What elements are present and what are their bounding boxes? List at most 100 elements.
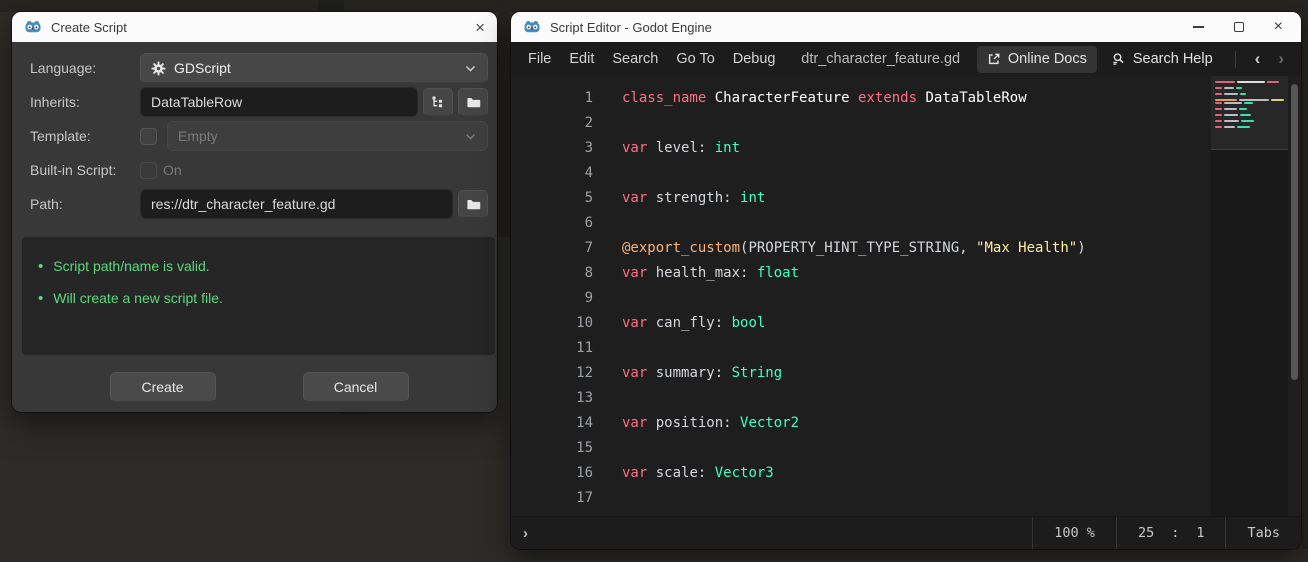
dialog-titlebar[interactable]: Create Script × xyxy=(12,12,497,42)
external-link-icon xyxy=(988,53,1000,65)
minimap-row xyxy=(1215,114,1286,116)
builtin-script-value: On xyxy=(163,162,182,178)
menu-go-to[interactable]: Go To xyxy=(667,47,723,71)
maximize-icon[interactable] xyxy=(1233,22,1244,32)
minimap-row xyxy=(1215,84,1286,86)
template-label: Template: xyxy=(30,128,91,144)
minimize-icon[interactable] xyxy=(1192,26,1204,28)
code-text: var scale: Vector3 xyxy=(622,464,774,481)
browse-class-button[interactable] xyxy=(458,88,488,116)
code-line[interactable]: 6 xyxy=(511,210,1301,235)
menu-search[interactable]: Search xyxy=(603,47,667,71)
scene-tree-icon xyxy=(432,96,442,107)
code-line[interactable]: 9 xyxy=(511,285,1301,310)
minimap-row xyxy=(1215,123,1286,125)
code-line[interactable]: 5 var strength: int xyxy=(511,185,1301,210)
folder-icon xyxy=(466,97,480,107)
path-input[interactable] xyxy=(140,189,453,219)
pick-class-button[interactable] xyxy=(423,88,453,116)
line-number-value: 25 xyxy=(1137,525,1155,541)
minimap-rows xyxy=(1215,81,1286,132)
browse-path-button[interactable] xyxy=(458,190,488,218)
line-column-indicator[interactable]: 25 : 1 xyxy=(1115,517,1226,549)
line-number: 8 xyxy=(584,264,593,281)
zoom-indicator[interactable]: 100 % xyxy=(1032,517,1116,549)
code-line[interactable]: 1 class_name CharacterFeature extends Dat… xyxy=(511,85,1301,110)
menu-edit[interactable]: Edit xyxy=(560,47,603,71)
editor-titlebar[interactable]: Script Editor - Godot Engine × xyxy=(511,12,1301,42)
code-line[interactable]: 12 var summary: String xyxy=(511,360,1301,385)
builtin-script-checkbox[interactable] xyxy=(140,161,157,179)
history-forward-button[interactable]: › xyxy=(1271,49,1291,69)
minimap-row xyxy=(1215,87,1286,89)
line-number: 16 xyxy=(576,464,593,481)
code-text: var can_fly: bool xyxy=(622,314,766,331)
template-dropdown[interactable]: Empty xyxy=(167,121,488,151)
code-lines: 1 class_name CharacterFeature extends Dat… xyxy=(511,76,1301,516)
code-line[interactable]: 13 xyxy=(511,385,1301,410)
minimap-row xyxy=(1215,117,1286,119)
code-line[interactable]: 14 var position: Vector2 xyxy=(511,410,1301,435)
close-icon[interactable]: × xyxy=(1274,19,1283,35)
close-icon[interactable]: × xyxy=(475,19,485,36)
expand-panel-button[interactable]: › xyxy=(511,525,540,542)
code-line[interactable]: 11 xyxy=(511,335,1301,360)
godot-icon xyxy=(524,21,540,33)
minimap-row xyxy=(1215,81,1286,83)
line-number: 14 xyxy=(576,414,593,431)
code-text: var position: Vector2 xyxy=(622,414,800,431)
code-line[interactable]: 16 var scale: Vector3 xyxy=(511,460,1301,485)
background-patch xyxy=(498,12,510,237)
code-line[interactable]: 7 @export_custom(PROPERTY_HINT_TYPE_STRIN… xyxy=(511,235,1301,260)
language-dropdown[interactable]: GDScript xyxy=(140,53,488,83)
code-line[interactable]: 8 var health_max: float xyxy=(511,260,1301,285)
chevron-down-icon xyxy=(466,65,475,72)
indent-type-indicator[interactable]: Tabs xyxy=(1225,517,1301,549)
code-line[interactable]: 4 xyxy=(511,160,1301,185)
code-text: var health_max: float xyxy=(622,264,800,281)
search-help-button[interactable]: Search Help xyxy=(1101,46,1223,73)
template-value: Empty xyxy=(178,128,218,144)
code-line[interactable]: 17 xyxy=(511,485,1301,510)
menu-debug[interactable]: Debug xyxy=(724,47,785,71)
code-line[interactable]: 15 xyxy=(511,435,1301,460)
create-button[interactable]: Create xyxy=(109,372,216,402)
history-back-button[interactable]: ‹ xyxy=(1248,49,1268,69)
language-value: GDScript xyxy=(174,60,231,76)
vertical-scrollbar[interactable] xyxy=(1289,76,1299,516)
validation-panel: • Script path/name is valid. • Will crea… xyxy=(22,237,495,355)
line-number: 17 xyxy=(576,489,593,506)
line-number: 7 xyxy=(584,239,593,256)
line-number: 2 xyxy=(584,114,593,131)
gear-icon xyxy=(151,60,166,76)
scrollbar-thumb[interactable] xyxy=(1291,84,1298,380)
template-checkbox[interactable] xyxy=(140,127,157,145)
inherits-label: Inherits: xyxy=(30,94,80,110)
editor-title: Script Editor - Godot Engine xyxy=(550,19,712,35)
template-row: Template: Empty xyxy=(30,121,488,151)
code-line[interactable]: 2 xyxy=(511,110,1301,135)
line-number: 10 xyxy=(576,314,593,331)
line-number: 9 xyxy=(584,289,593,306)
code-line[interactable]: 10 var can_fly: bool xyxy=(511,310,1301,335)
validation-message: • Script path/name is valid. xyxy=(38,257,210,275)
folder-icon xyxy=(466,199,480,209)
line-number: 15 xyxy=(576,439,593,456)
code-line[interactable]: 3 var level: int xyxy=(511,135,1301,160)
builtin-script-row: Built-in Script: On xyxy=(30,155,488,185)
minimap-row xyxy=(1215,99,1286,101)
online-docs-button[interactable]: Online Docs xyxy=(976,45,1097,73)
minimap-row xyxy=(1215,102,1286,104)
background-patch xyxy=(0,0,1308,12)
minimap[interactable] xyxy=(1211,76,1288,516)
column-number-value: 1 xyxy=(1196,525,1205,541)
godot-icon xyxy=(25,21,41,33)
bullet-icon: • xyxy=(38,257,44,275)
code-text: class_name CharacterFeature extends Data… xyxy=(622,89,1027,106)
background-patch xyxy=(1302,12,1308,549)
menu-file[interactable]: File xyxy=(519,47,560,71)
code-editor[interactable]: 1 class_name CharacterFeature extends Dat… xyxy=(511,76,1301,516)
inherits-input[interactable] xyxy=(140,87,418,117)
cancel-button[interactable]: Cancel xyxy=(302,372,409,402)
line-number: 13 xyxy=(576,389,593,406)
